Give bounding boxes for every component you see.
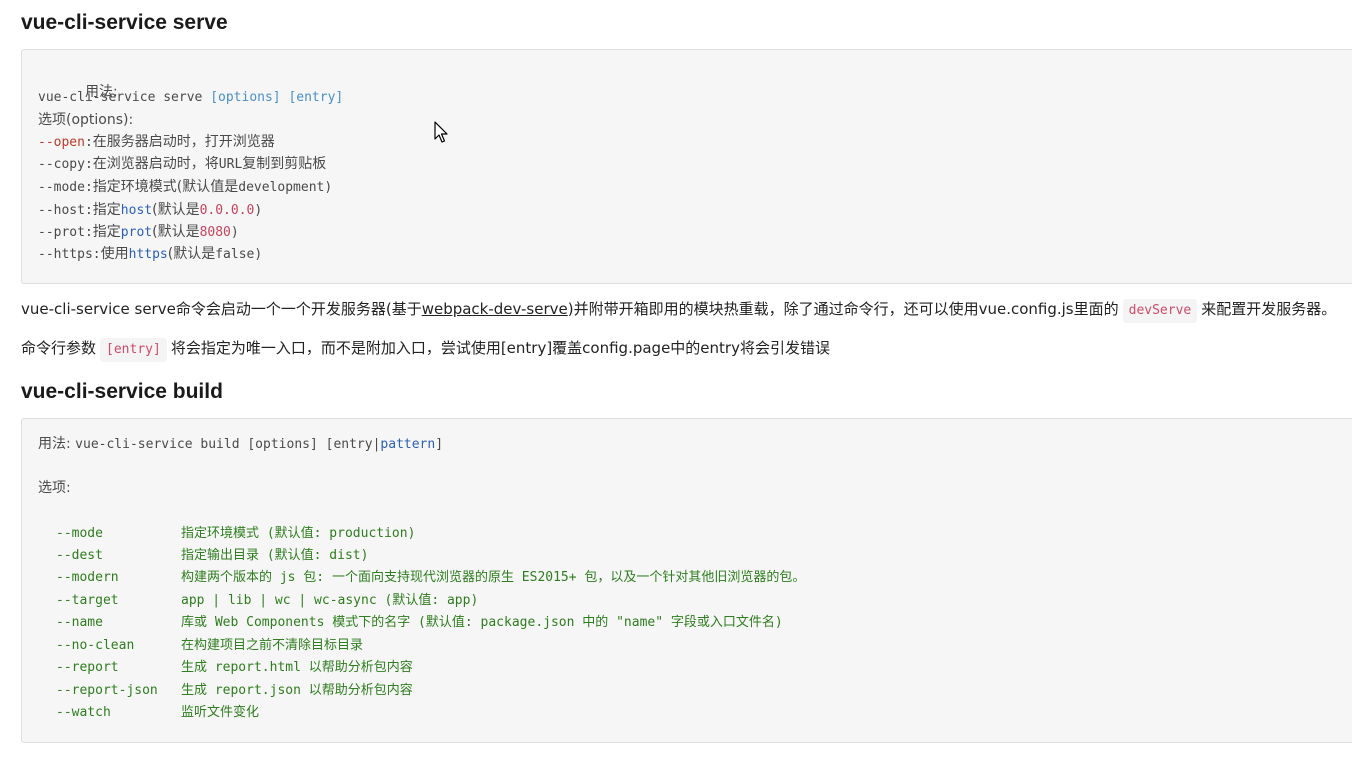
serve-option-open: --open:在服务器启动时，打开浏览器 <box>38 133 275 152</box>
usage-opts-text: [options] [entry] <box>210 90 344 105</box>
option-flag: --https <box>38 247 93 262</box>
option-keyword: prot <box>120 225 153 240</box>
option-flag: --report-json <box>56 683 158 698</box>
build-option-mode: --mode 指定环境模式 (默认值: production) <box>56 525 415 543</box>
option-flag: --name <box>56 615 103 630</box>
option-desc: 在服务器启动时，打开浏览器 <box>92 134 275 150</box>
usage-keyword: pattern <box>380 437 436 452</box>
option-value: 0.0.0.0 <box>199 203 255 218</box>
serve-option-https: --https:使用https(默认是false) <box>38 245 262 264</box>
usage-label: 用法: <box>38 436 76 452</box>
option-sep: : <box>84 135 93 150</box>
option-sep: : <box>92 247 101 262</box>
option-desc: 生成 report.html 以帮助分析包内容 <box>181 660 413 675</box>
serve-option-prot: --prot:指定prot(默认是8080) <box>38 223 239 242</box>
option-flag: --open <box>38 135 85 150</box>
option-desc: ) <box>324 180 333 195</box>
build-usage-line: 用法: vue-cli-service build [options] [ent… <box>38 435 443 454</box>
option-flag: --prot <box>38 225 85 240</box>
document-page: vue-cli-service serve 用法: vue-cli-servic… <box>0 0 1352 757</box>
option-desc: 指定 <box>92 202 121 218</box>
option-flag: --host <box>38 203 85 218</box>
option-desc: 生成 report.json 以帮助分析包内容 <box>181 683 413 698</box>
option-mono: development <box>238 180 325 195</box>
option-flag: --mode <box>38 180 85 195</box>
heading-serve: vue-cli-service serve <box>21 11 228 34</box>
serve-option-host: --host:指定host(默认是0.0.0.0) <box>38 201 262 220</box>
usage-cmd-text: vue-cli-service build [options] [entry| <box>75 437 381 452</box>
option-desc: 指定 <box>92 224 121 240</box>
para-text: 将会指定为唯一入口，而不是附加入口，尝试使用[entry]覆盖config.pa… <box>170 339 830 357</box>
option-value: false <box>215 247 255 262</box>
para-text: vue-cli-service serve命令会启动一个一个开发服务器(基于 <box>21 300 422 318</box>
option-sep: : <box>84 157 93 172</box>
option-desc: 指定输出目录 (默认值: dist) <box>181 548 369 563</box>
build-code-block: 用法: vue-cli-service build [options] [ent… <box>21 418 1352 743</box>
options-label-text: 选项(options): <box>38 112 134 128</box>
option-flag: --mode <box>56 526 103 541</box>
option-flag: --watch <box>56 705 111 720</box>
option-desc: 使用 <box>100 246 129 262</box>
option-desc: (默认是 <box>167 246 216 262</box>
build-options-label: 选项: <box>38 479 71 498</box>
option-desc: 复制到剪贴板 <box>242 156 327 172</box>
option-flag: --report <box>56 660 119 675</box>
build-option-target: --target app | lib | wc | wc-async (默认值: … <box>56 592 478 610</box>
usage-command: vue-cli-service serve [options] [entry] <box>38 89 343 107</box>
build-option-watch: --watch 监听文件变化 <box>56 704 259 722</box>
para-text: 命令行参数 <box>21 339 97 357</box>
option-desc: 在构建项目之前不清除目标目录 <box>181 638 364 653</box>
option-desc: 库或 Web Components 模式下的名字 (默认值: package.j… <box>181 615 783 630</box>
option-mono: URL <box>218 157 243 172</box>
option-flag: --no-clean <box>56 638 135 653</box>
option-sep: : <box>84 180 93 195</box>
build-option-report-json: --report-json 生成 report.json 以帮助分析包内容 <box>56 682 413 700</box>
option-sep: : <box>84 225 93 240</box>
build-option-modern: --modern 构建两个版本的 js 包: 一个面向支持现代浏览器的原生 ES2… <box>56 569 805 587</box>
serve-code-block: 用法: vue-cli-service serve [options] [ent… <box>21 49 1352 284</box>
option-flag: --copy <box>38 157 85 172</box>
build-option-report: --report 生成 report.html 以帮助分析包内容 <box>56 659 413 677</box>
webpack-dev-serve-link[interactable]: webpack-dev-serve <box>422 300 568 318</box>
option-desc: ) <box>254 203 263 218</box>
para-text: 来配置开发服务器。 <box>1201 300 1337 318</box>
serve-option-mode: --mode:指定环境模式(默认值是development) <box>38 178 332 197</box>
inline-code-devserve: devServe <box>1122 299 1198 323</box>
entry-description: 命令行参数 [entry] 将会指定为唯一入口，而不是附加入口，尝试使用[entry… <box>21 336 830 362</box>
serve-option-copy: --copy:在浏览器启动时，将URL复制到剪贴板 <box>38 155 326 174</box>
option-sep: : <box>84 203 93 218</box>
option-keyword: host <box>120 203 153 218</box>
usage-cmd-text: vue-cli-service serve <box>38 90 211 105</box>
options-label: 选项(options): <box>38 111 133 130</box>
option-desc: 指定环境模式 (默认值: production) <box>181 526 416 541</box>
heading-build: vue-cli-service build <box>21 380 223 403</box>
option-keyword: https <box>128 247 168 262</box>
option-flag: --modern <box>56 570 119 585</box>
serve-description: vue-cli-service serve命令会启动一个一个开发服务器(基于we… <box>21 297 1336 323</box>
option-desc: 构建两个版本的 js 包: 一个面向支持现代浏览器的原生 ES2015+ 包，以… <box>181 570 806 585</box>
para-text: )并附带开箱即用的模块热重载，除了通过命令行，还可以使用vue.config.j… <box>567 300 1119 318</box>
options-label-text: 选项: <box>38 480 71 496</box>
option-flag: --target <box>56 593 119 608</box>
option-desc: 指定环境模式(默认值是 <box>92 179 239 195</box>
build-option-dest: --dest 指定输出目录 (默认值: dist) <box>56 547 368 565</box>
option-desc: (默认是 <box>152 224 200 240</box>
option-value: 8080 <box>199 225 231 240</box>
build-option-no-clean: --no-clean 在构建项目之前不清除目标目录 <box>56 637 363 655</box>
option-desc: (默认是 <box>152 202 200 218</box>
option-desc: 在浏览器启动时，将 <box>92 156 219 172</box>
inline-code-entry: [entry] <box>100 338 167 362</box>
usage-end: ] <box>435 437 444 452</box>
option-desc: ) <box>230 225 239 240</box>
option-flag: --dest <box>56 548 103 563</box>
mouse-pointer-icon <box>434 121 448 143</box>
build-option-name: --name 库或 Web Components 模式下的名字 (默认值: pac… <box>56 614 783 632</box>
option-desc: ) <box>254 247 263 262</box>
option-desc: 监听文件变化 <box>181 705 260 720</box>
option-desc: app | lib | wc | wc-async (默认值: app) <box>181 593 479 608</box>
